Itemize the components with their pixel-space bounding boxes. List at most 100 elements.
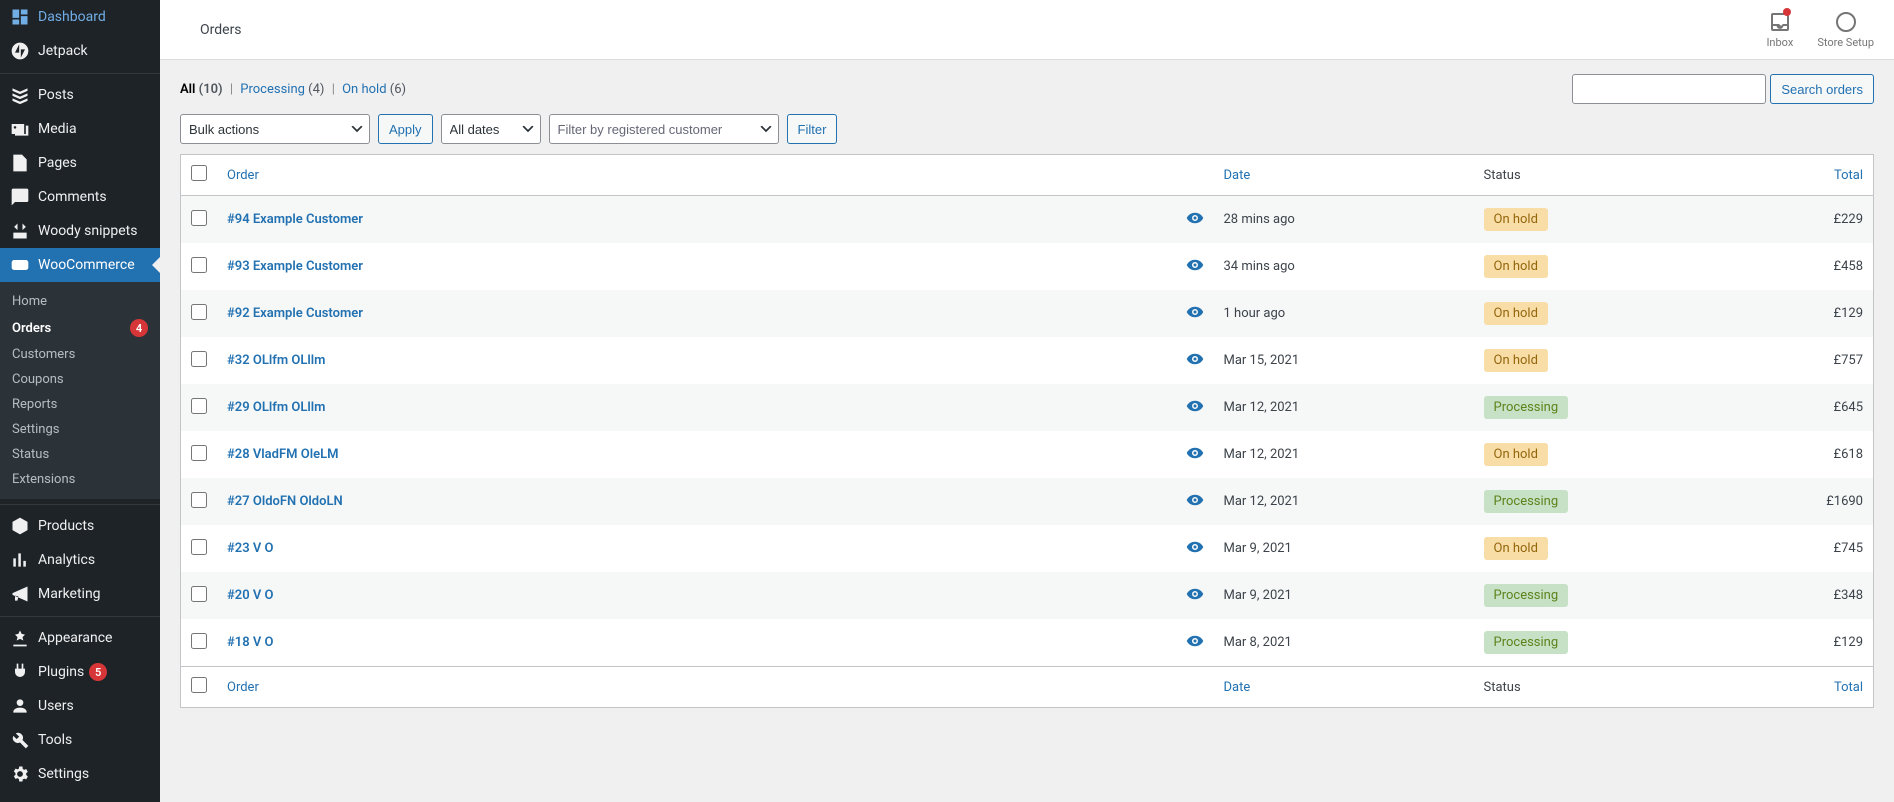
search-orders-input[interactable] (1572, 74, 1766, 104)
order-total: £129 (1754, 290, 1874, 337)
order-link[interactable]: #32 OLlfm OLllm (227, 353, 325, 368)
row-checkbox[interactable] (191, 398, 207, 414)
preview-icon[interactable] (1186, 263, 1204, 278)
apply-button[interactable]: Apply (378, 114, 433, 144)
comments-icon (10, 187, 30, 207)
search-orders-button[interactable]: Search orders (1770, 74, 1874, 104)
order-link[interactable]: #18 V O (227, 635, 274, 650)
preview-icon[interactable] (1186, 639, 1204, 654)
row-checkbox[interactable] (191, 304, 207, 320)
preview-icon[interactable] (1186, 216, 1204, 231)
select-all-checkbox[interactable] (191, 165, 207, 181)
col-footer-date[interactable]: Date (1214, 667, 1474, 708)
order-date: Mar 12, 2021 (1214, 384, 1474, 431)
marketing-icon (10, 584, 30, 604)
preview-icon[interactable] (1186, 592, 1204, 607)
col-header-total[interactable]: Total (1754, 155, 1874, 196)
table-row[interactable]: #32 OLlfm OLllmMar 15, 2021On hold£757 (181, 337, 1874, 384)
store-setup-button[interactable]: Store Setup (1817, 10, 1874, 49)
sidebar-item-users[interactable]: Users (0, 689, 160, 723)
snippets-icon (10, 221, 30, 241)
table-row[interactable]: #20 V OMar 9, 2021Processing£348 (181, 572, 1874, 619)
sidebar-item-appearance[interactable]: Appearance (0, 621, 160, 655)
sidebar-item-posts[interactable]: Posts (0, 78, 160, 112)
filter-onhold[interactable]: On hold (6) (342, 82, 406, 97)
row-checkbox[interactable] (191, 210, 207, 226)
sidebar-item-tools[interactable]: Tools (0, 723, 160, 757)
order-link[interactable]: #93 Example Customer (227, 259, 363, 274)
sidebar-item-woocommerce[interactable]: WooCommerce (0, 248, 160, 282)
row-checkbox[interactable] (191, 492, 207, 508)
preview-icon[interactable] (1186, 357, 1204, 372)
sidebar-item-label: Posts (38, 87, 74, 103)
order-link[interactable]: #28 VladFM OleLM (227, 447, 338, 462)
order-total: £348 (1754, 572, 1874, 619)
customer-filter-select[interactable]: Filter by registered customer (549, 114, 779, 144)
sidebar-sub-extensions[interactable]: Extensions (0, 467, 160, 492)
sidebar-item-products[interactable]: Products (0, 509, 160, 543)
col-header-order[interactable]: Order (217, 155, 1176, 196)
row-checkbox[interactable] (191, 586, 207, 602)
dates-filter-select[interactable]: All dates (441, 114, 541, 144)
preview-icon[interactable] (1186, 545, 1204, 560)
preview-icon[interactable] (1186, 451, 1204, 466)
sidebar-item-marketing[interactable]: Marketing (0, 577, 160, 611)
sidebar-item-analytics[interactable]: Analytics (0, 543, 160, 577)
sidebar-item-pages[interactable]: Pages (0, 146, 160, 180)
filter-button[interactable]: Filter (787, 114, 838, 144)
filter-processing[interactable]: Processing (4) (240, 82, 324, 97)
sidebar-sub-coupons[interactable]: Coupons (0, 367, 160, 392)
sidebar-item-dashboard[interactable]: Dashboard (0, 0, 160, 34)
table-row[interactable]: #93 Example Customer34 mins agoOn hold£4… (181, 243, 1874, 290)
filter-all[interactable]: All (10) (180, 82, 223, 97)
col-footer-total[interactable]: Total (1754, 667, 1874, 708)
order-link[interactable]: #29 OLlfm OLllm (227, 400, 325, 415)
sidebar-sub-status[interactable]: Status (0, 442, 160, 467)
order-link[interactable]: #92 Example Customer (227, 306, 363, 321)
row-checkbox[interactable] (191, 351, 207, 367)
preview-icon[interactable] (1186, 404, 1204, 419)
status-badge: Processing (1484, 490, 1569, 513)
select-all-checkbox-footer[interactable] (191, 677, 207, 693)
sidebar-item-label: Users (38, 698, 74, 714)
sidebar-sub-settings[interactable]: Settings (0, 417, 160, 442)
sidebar-item-settings[interactable]: Settings (0, 757, 160, 791)
sidebar-sub-label: Reports (12, 397, 57, 412)
table-row[interactable]: #29 OLlfm OLllmMar 12, 2021Processing£64… (181, 384, 1874, 431)
sidebar-sub-home[interactable]: Home (0, 289, 160, 314)
table-row[interactable]: #92 Example Customer1 hour agoOn hold£12… (181, 290, 1874, 337)
inbox-label: Inbox (1766, 36, 1793, 49)
table-row[interactable]: #94 Example Customer28 mins agoOn hold£2… (181, 196, 1874, 244)
sidebar-sub-orders[interactable]: Orders4 (0, 314, 160, 342)
row-checkbox[interactable] (191, 633, 207, 649)
sidebar-item-woody-snippets[interactable]: Woody snippets (0, 214, 160, 248)
sidebar-item-media[interactable]: Media (0, 112, 160, 146)
sidebar-sub-reports[interactable]: Reports (0, 392, 160, 417)
sidebar-item-comments[interactable]: Comments (0, 180, 160, 214)
order-total: £458 (1754, 243, 1874, 290)
col-footer-order[interactable]: Order (217, 667, 1176, 708)
bulk-actions-select[interactable]: Bulk actions (180, 114, 370, 144)
col-header-status: Status (1474, 155, 1754, 196)
inbox-button[interactable]: Inbox (1766, 10, 1793, 49)
col-header-date[interactable]: Date (1214, 155, 1474, 196)
sidebar-sub-customers[interactable]: Customers (0, 342, 160, 367)
table-row[interactable]: #23 V OMar 9, 2021On hold£745 (181, 525, 1874, 572)
row-checkbox[interactable] (191, 539, 207, 555)
order-date: Mar 8, 2021 (1214, 619, 1474, 667)
order-link[interactable]: #23 V O (227, 541, 274, 556)
table-row[interactable]: #28 VladFM OleLMMar 12, 2021On hold£618 (181, 431, 1874, 478)
order-date: 34 mins ago (1214, 243, 1474, 290)
sidebar-item-jetpack[interactable]: Jetpack (0, 34, 160, 68)
order-link[interactable]: #94 Example Customer (227, 212, 363, 227)
preview-icon[interactable] (1186, 498, 1204, 513)
table-row[interactable]: #18 V OMar 8, 2021Processing£129 (181, 619, 1874, 667)
row-checkbox[interactable] (191, 445, 207, 461)
table-row[interactable]: #27 OldoFN OldoLNMar 12, 2021Processing£… (181, 478, 1874, 525)
preview-icon[interactable] (1186, 310, 1204, 325)
sidebar-item-plugins[interactable]: Plugins5 (0, 655, 160, 689)
status-badge: On hold (1484, 208, 1548, 231)
row-checkbox[interactable] (191, 257, 207, 273)
order-link[interactable]: #20 V O (227, 588, 274, 603)
order-link[interactable]: #27 OldoFN OldoLN (227, 494, 343, 509)
